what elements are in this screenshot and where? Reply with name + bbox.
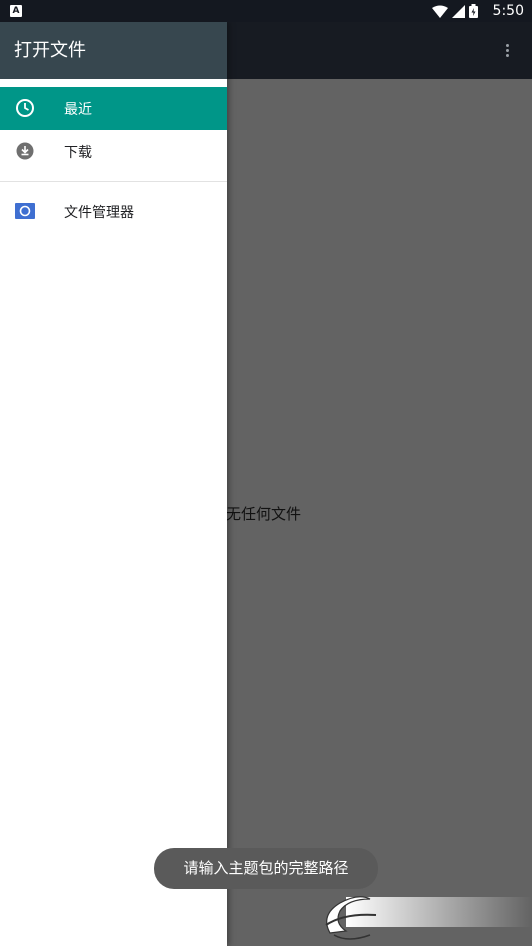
signal-icon [452,4,465,18]
status-icons [432,4,478,18]
drawer-item-label: 最近 [64,101,92,118]
empty-message: 无任何文件 [226,505,302,523]
drawer-item-downloads[interactable]: 下载 [0,130,227,173]
drawer-divider [0,181,227,182]
status-bar: A 5:50 [0,0,532,22]
toast-message: 请输入主题包的完整路径 [154,848,378,889]
drawer-item-label: 下载 [64,144,92,161]
drawer-item-recent[interactable]: 最近 [0,87,227,130]
drawer-title: 打开文件 [0,22,227,79]
clock-icon [16,99,34,117]
watermark-logo-icon [325,896,532,940]
navigation-drawer: 打开文件 最近 下载 文件管理器 [0,22,227,946]
download-icon [16,142,34,160]
drawer-item-label: 文件管理器 [64,204,134,221]
file-manager-icon [15,203,35,219]
drawer-item-file-manager[interactable]: 文件管理器 [0,190,227,233]
notification-icon: A [10,5,22,17]
wifi-icon [432,5,448,18]
status-time: 5:50 [492,3,524,19]
overflow-menu-icon[interactable] [506,44,510,58]
battery-icon [469,4,478,18]
